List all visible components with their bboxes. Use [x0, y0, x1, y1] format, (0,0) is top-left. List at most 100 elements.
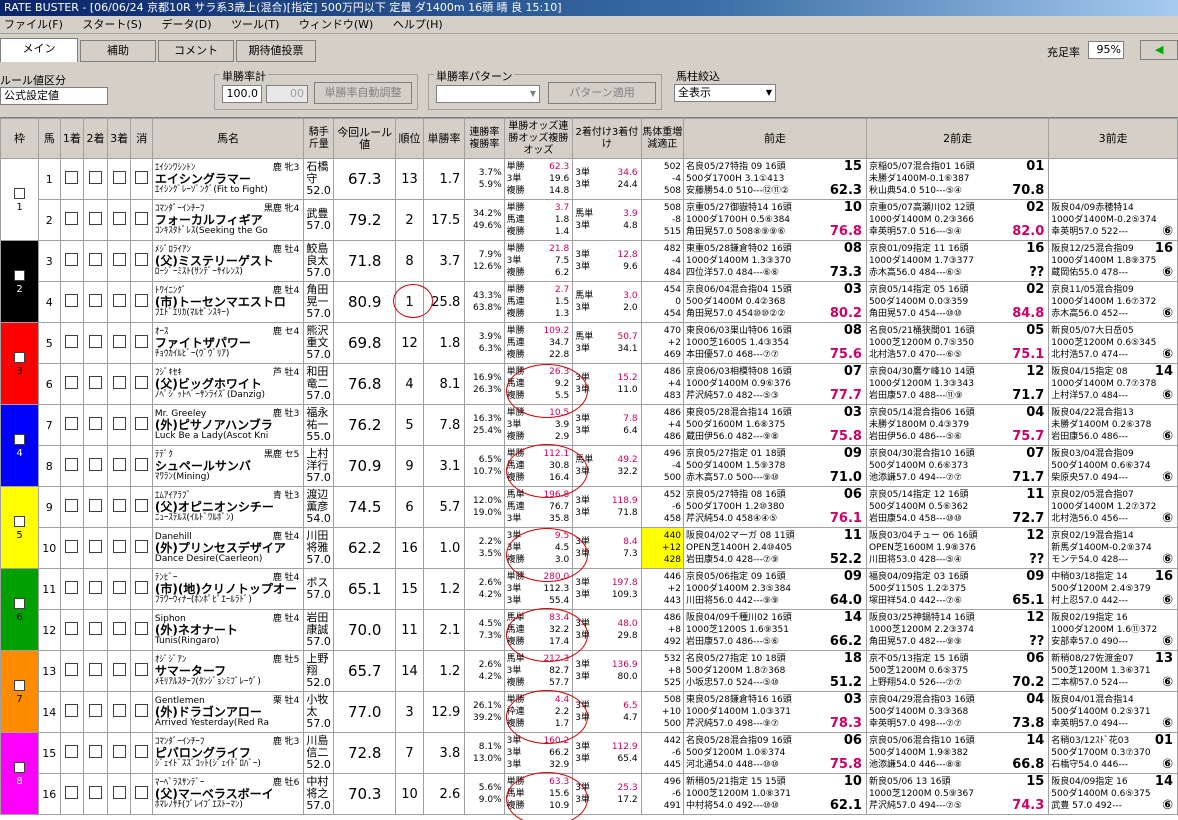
- first-checkbox[interactable]: [65, 417, 79, 430]
- third-checkbox[interactable]: [112, 745, 126, 758]
- win-total-input-2[interactable]: 00: [266, 85, 308, 103]
- table-row[interactable]: 7 13 ｵｼﾞｼﾞｱﾝ 鹿 牡5 サマーターフ ﾒﾓﾘｱﾙｽﾀｰﾌ(ﾀﾝｼﾞｮﾝﾐﾌﾞﾚ…: [0, 650, 1178, 733]
- third-checkbox[interactable]: [112, 704, 126, 717]
- first-checkbox[interactable]: [65, 212, 79, 225]
- col-waku[interactable]: 枠: [0, 118, 40, 159]
- col-place-rate[interactable]: 連勝率複勝率: [464, 118, 505, 159]
- prev-race-1[interactable]: 京良05/27指定 01 18頭 09 500ダ1400M 1.5⑨378 赤木高57…: [683, 445, 867, 487]
- prev-race-3[interactable]: 阪良04/09指定 16 14 500ダ1400M 0.6⑤375 武豊 57.0 4…: [1048, 773, 1178, 815]
- horse-name-cell[interactable]: ﾏｰﾍﾞﾗｽｻﾝﾃﾞｰ 鹿 牡6 (父)マーベラスボーイ ﾎﾏﾚﾉｻﾁ(ﾌﾞﾚｲﾌﾞｴ…: [151, 773, 305, 815]
- second-checkbox[interactable]: [89, 376, 102, 389]
- col-odds[interactable]: 単勝オッズ連勝オッズ複勝オッズ: [503, 118, 574, 159]
- second-checkbox[interactable]: [89, 458, 102, 471]
- horse-name-cell[interactable]: ｵｼﾞｼﾞｱﾝ 鹿 牡5 サマーターフ ﾒﾓﾘｱﾙｽﾀｰﾌ(ﾀﾝｼﾞｮﾝﾐﾌﾞﾚｰｳﾞ…: [151, 650, 305, 692]
- horse-name-cell[interactable]: ﾃﾝﾋﾞｰ鹿 牡4 (市)(地)クリノトップオー ﾌﾗﾜｰｳｨﾅｰ(ﾎﾝﾎﾟﾋﾟｴｰ…: [151, 568, 305, 610]
- third-checkbox[interactable]: [112, 663, 126, 676]
- menu-start[interactable]: スタート(S): [82, 18, 142, 31]
- prev-race-3[interactable]: 京良02/05混合指07 1000ダ1400M 1.2⑦372 北村浩56.0 45…: [1048, 486, 1178, 528]
- waku-checkbox[interactable]: [14, 188, 26, 199]
- menu-help[interactable]: ヘルプ(H): [393, 18, 443, 31]
- third-checkbox[interactable]: [112, 458, 126, 471]
- horse-name-cell[interactable]: ｴｲｼﾝﾜｼﾝﾄﾝ 鹿 牝3 エイシングラマー ｴｲｼﾝｸﾞﾚｰｿﾞﾝｸﾞ(Fit t…: [151, 158, 305, 200]
- third-checkbox[interactable]: [112, 786, 126, 799]
- waku-checkbox[interactable]: [14, 434, 26, 445]
- prev-race-2[interactable]: 京良04/29混合指03 16頭 04 500ダ1400M 0.3③368 幸英明57…: [865, 691, 1050, 733]
- prev-race-1[interactable]: 京重05/27御嶽特14 16頭 10 1000ダ1700H 0.5⑥384 角田晃5…: [683, 199, 867, 241]
- second-checkbox[interactable]: [89, 540, 102, 553]
- horse-name-cell[interactable]: ﾌｼﾞｷｾｷ 芦 牡4 (父)ビッグホワイト ﾉﾍﾟｼﾞｯﾄﾍﾞｰｻﾝﾗｲｽﾞ(Dan…: [151, 363, 305, 405]
- col-win-rate[interactable]: 単勝率: [422, 118, 466, 159]
- second-checkbox[interactable]: [89, 622, 102, 635]
- second-checkbox[interactable]: [89, 212, 102, 225]
- third-checkbox[interactable]: [112, 499, 126, 512]
- scratch-checkbox[interactable]: [135, 171, 149, 184]
- col-prev3[interactable]: 3前走: [1048, 118, 1178, 159]
- second-checkbox[interactable]: [89, 253, 102, 266]
- table-row[interactable]: 3 5 ｵｰｽ 鹿 セ4 ファイトザパワー ﾁｮｳｶｲﾙﾋﾞｰ(ｳﾞｳﾞﾘｱ) 熊沢 重文 57…: [0, 322, 1178, 405]
- prev-race-3[interactable]: 阪良04/01混合指14 500ダ1400M 0.2⑤371 幸英明57.0 494…: [1048, 691, 1178, 733]
- prev-race-2[interactable]: 京良05/14指定 05 16頭 02 500ダ1400M 0.0③359 角田晃57…: [865, 281, 1050, 323]
- horse-name-cell[interactable]: ｺﾏﾝﾀﾞｰｲﾝﾁｰﾌ 鹿 牝3 ピバロングライフ ｼﾞｪｲﾄﾞｽｽﾞｺｯﾄ(ｼﾞｪｲ…: [151, 732, 305, 774]
- table-row[interactable]: 14 Gentlemen 栗 牡4 (外)ドラゴンアロー Arrived Yesterd…: [1, 691, 1178, 733]
- scratch-checkbox[interactable]: [135, 294, 149, 307]
- pattern-select[interactable]: ▼: [436, 85, 540, 103]
- first-checkbox[interactable]: [65, 335, 79, 348]
- horse-name-cell[interactable]: ｺﾏﾝﾀﾞｰｲﾝﾁｰﾌ 黒鹿 牝4 フォーカルフィギア ｺﾝｷｽﾀﾄﾞﾚｽ(Seeki…: [151, 199, 305, 241]
- col-name[interactable]: 馬名: [151, 118, 305, 159]
- col-rank[interactable]: 順位: [395, 118, 424, 159]
- second-checkbox[interactable]: [89, 786, 102, 799]
- horse-name-cell[interactable]: ｵｰｽ 鹿 セ4 ファイトザパワー ﾁｮｳｶｲﾙﾋﾞｰ(ｳﾞｳﾞﾘｱ): [151, 322, 305, 364]
- col-1st[interactable]: 1着: [59, 118, 85, 159]
- second-checkbox[interactable]: [89, 294, 102, 307]
- horse-name-cell[interactable]: ﾄﾜｲﾆﾝｸﾞ鹿 牡4 (市)トーセンマエストロ ﾌｴﾄﾞｴﾘｶ(ﾏﾙｾﾞﾝｽｷｰ): [151, 281, 305, 323]
- prev-race-2[interactable]: 阪良03/25神鍋特14 16頭 12 1000芝1200M 2.2③374 角田晃5…: [865, 609, 1050, 651]
- prev-race-1[interactable]: 阪良04/02マーガ 08 11頭 11 OPEN芝1400H 2.4⑩405 岩田康…: [683, 527, 867, 569]
- table-row[interactable]: 8 ﾃﾃﾞｸ 黒鹿 セ5 シュペールサンバ ﾏﾜﾗﾝ(Mining) 上村 洋行 57.0 70…: [1, 445, 1178, 487]
- prev-race-2[interactable]: 京良04/30混合指10 16頭 07 500ダ1400M 0.6⑥373 池添謙57…: [865, 445, 1050, 487]
- first-checkbox[interactable]: [65, 458, 79, 471]
- prev-race-3[interactable]: 京良02/19混合指14 新馬ダ1400M-0.2⑨374 モンテ54.0 428-…: [1048, 527, 1178, 569]
- first-checkbox[interactable]: [65, 294, 79, 307]
- prev-race-1[interactable]: 京良05/06指定 09 16頭 09 1000ダ1400M 2.3⑤384 川田将5…: [683, 568, 867, 610]
- prev-race-2[interactable]: 福良04/09指定 03 16頭 09 500ダ1150S 1.2②375 塚田祥54…: [865, 568, 1050, 610]
- prev-race-2[interactable]: 京重05/07高瀬川02 12頭 02 1000ダ1400M 0.2③366 幸英明5…: [865, 199, 1050, 241]
- prev-race-1[interactable]: 名良05/27指定 10 18頭 18 500ダ1200M 1.8⑦368 小坂忠57…: [683, 650, 867, 692]
- scratch-checkbox[interactable]: [135, 786, 149, 799]
- prev-race-1[interactable]: 京良05/27特指 08 16頭 06 500ダ1700H 1.2⑩380 芹沢純54…: [683, 486, 867, 528]
- menu-data[interactable]: データ(D): [162, 18, 212, 31]
- first-checkbox[interactable]: [65, 622, 79, 635]
- prev-race-1[interactable]: 名良05/27特指 09 16頭 15 500ダ1700H 3.1①413 安藤勝54…: [683, 158, 867, 200]
- table-row[interactable]: 5 9 ｴﾑｱｲｱﾗﾌﾞ 青 牡3 (父)オピニオンシチー ﾆｭｰｽﾃﾙｽ(ｲﾙﾄﾞﾜﾙﾎ…: [0, 486, 1178, 569]
- third-checkbox[interactable]: [112, 335, 126, 348]
- prev-race-3[interactable]: 京良11/05混合指09 1000ダ1400M 1.6⑦372 赤木高56.0 45…: [1048, 281, 1178, 323]
- col-2nd[interactable]: 2着: [83, 118, 108, 159]
- table-row[interactable]: 4 7 Mr. Greeley 鹿 牡3 (外)ピサノアハンブラ Luck Be a La…: [0, 404, 1178, 487]
- col-jockey[interactable]: 騎手斤量: [303, 118, 335, 159]
- third-checkbox[interactable]: [112, 622, 126, 635]
- third-checkbox[interactable]: [112, 417, 126, 430]
- prev-race-1[interactable]: 東良05/28混合指14 16頭 03 500ダ1600M 1.6⑧375 蔵田伊56…: [683, 404, 867, 446]
- tab-comment[interactable]: コメント: [158, 40, 234, 62]
- menu-window[interactable]: ウィンドウ(W): [299, 18, 373, 31]
- third-checkbox[interactable]: [112, 540, 126, 553]
- prev-race-3[interactable]: [1048, 158, 1178, 200]
- scratch-checkbox[interactable]: [135, 212, 149, 225]
- third-checkbox[interactable]: [112, 376, 126, 389]
- first-checkbox[interactable]: [65, 499, 79, 512]
- col-uma[interactable]: 馬: [38, 118, 61, 159]
- filter-select[interactable]: 全表示 ▼: [674, 84, 776, 102]
- prev-race-3[interactable]: 阪良04/09赤穂特14 1000ダ1400M-0.2⑤374 幸英明57.0 52…: [1048, 199, 1178, 241]
- prev-race-2[interactable]: 京良05/14混合指06 16頭 04 未勝ダ1800M 0.4③379 岩田伊56.…: [865, 404, 1050, 446]
- prev-race-3[interactable]: 新良05/07大日岳05 1000芝1200M 0.6⑤345 北村浩57.0 47…: [1048, 322, 1178, 364]
- horse-name-cell[interactable]: Gentlemen 栗 牡4 (外)ドラゴンアロー Arrived Yesterday…: [151, 691, 305, 733]
- prev-race-1[interactable]: 東重05/28鎌倉特02 16頭 08 1000ダ1400M 1.3③370 四位洋5…: [683, 240, 867, 282]
- scratch-checkbox[interactable]: [135, 376, 149, 389]
- third-checkbox[interactable]: [112, 212, 126, 225]
- horse-name-cell[interactable]: Danehill 鹿 牡4 (外)プリンセスデザイア Dance Desire(Cae…: [151, 527, 305, 569]
- table-row[interactable]: 2 ｺﾏﾝﾀﾞｰｲﾝﾁｰﾌ 黒鹿 牝4 フォーカルフィギア ｺﾝｷｽﾀﾄﾞﾚｽ(Seek…: [1, 199, 1178, 241]
- col-prev1[interactable]: 前走: [683, 118, 867, 159]
- col-body-weight[interactable]: 馬体重増減適正: [640, 118, 685, 159]
- prev-race-3[interactable]: 阪良03/04混合指09 500ダ1400M 0.6⑥374 柴原央57.0 494…: [1048, 445, 1178, 487]
- prev-race-2[interactable]: 阪良03/04チュー 06 16頭 12 OPEN芝1600M 1.9⑧376 川田将…: [865, 527, 1050, 569]
- prev-race-1[interactable]: 東良06/03巣山特06 16頭 08 1000芝1600S 1.4③354 本田優5…: [683, 322, 867, 364]
